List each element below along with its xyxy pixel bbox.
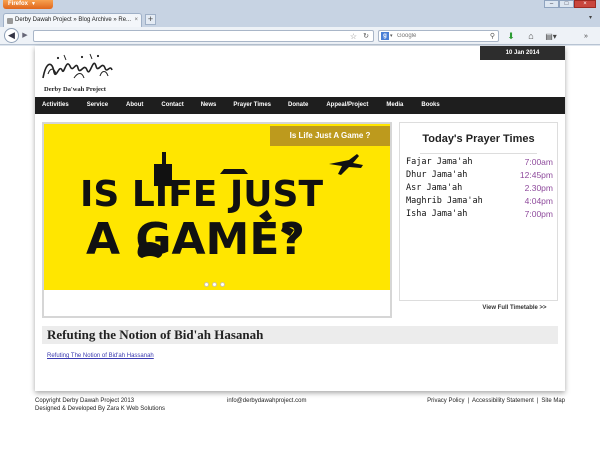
download-arrow-icon[interactable]: ⬇ [505, 31, 517, 42]
logo-text: Derby Da'wah Project [44, 86, 106, 93]
prayer-row: Asr Jama'ah 2.30pm [406, 183, 553, 195]
separator: | [467, 398, 470, 404]
search-engine-dropdown-icon[interactable]: ▾ [390, 31, 393, 42]
prayer-name: Isha Jama'ah [406, 209, 468, 219]
bookmark-star-icon[interactable]: ☆ [350, 31, 357, 42]
dropdown-arrow-icon: ▼ [31, 1, 36, 7]
view-full-timetable-link[interactable]: View Full Timetable >> [472, 302, 557, 314]
credit-text: Designed & Developed By Zara K Web Solut… [35, 406, 165, 412]
navigation-toolbar: ◀ ▶ ☆ ↻ g ▾ ⚲ ⬇ ⌂ ▤▾ » [0, 27, 600, 45]
footer-email-link[interactable]: info@derbydawahproject.com [227, 398, 306, 404]
close-window-button[interactable]: × [574, 0, 596, 8]
prayer-row: Maghrib Jama'ah 4:04pm [406, 196, 553, 208]
footer-links: Privacy Policy | Accessibility Statement… [427, 398, 565, 404]
prayer-time: 12:45pm [519, 170, 553, 180]
site-map-link[interactable]: Site Map [541, 398, 565, 404]
slide-caption[interactable]: Is Life Just A Game ? [270, 126, 390, 146]
site-logo[interactable]: Derby Da'wah Project [40, 52, 115, 96]
prayer-row: Fajar Jama'ah 7:00am [406, 157, 553, 169]
nav-news[interactable]: News [201, 97, 217, 114]
divider [420, 153, 537, 154]
back-arrow-icon[interactable]: ◀ [4, 28, 19, 43]
window-titlebar: Firefox ▼ – □ × [0, 0, 600, 11]
accessibility-statement-link[interactable]: Accessibility Statement [472, 398, 534, 404]
menu-icon[interactable]: » [580, 31, 592, 42]
tab-bar: Derby Dawah Project » Blog Archive » Re.… [0, 11, 600, 27]
nav-about[interactable]: About [126, 97, 143, 114]
main-navigation: Activities Service About Contact News Pr… [35, 97, 565, 114]
prayer-time: 2.30pm [524, 183, 553, 193]
prayer-name: Maghrib Jama'ah [406, 196, 483, 206]
prayer-row: Isha Jama'ah 7:00pm [406, 209, 553, 221]
url-bar[interactable]: ☆ ↻ [33, 30, 374, 42]
featured-slider[interactable]: IS LIFE JUST A GAME? Is Life Just A Game… [42, 122, 392, 318]
nav-appeal-project[interactable]: Appeal/Project [326, 97, 368, 114]
window-controls: – □ × [544, 0, 596, 9]
nav-books[interactable]: Books [421, 97, 439, 114]
browser-tab[interactable]: Derby Dawah Project » Blog Archive » Re.… [3, 13, 142, 27]
search-input[interactable] [397, 31, 483, 41]
bookmarks-icon[interactable]: ▤▾ [545, 31, 557, 42]
nav-donate[interactable]: Donate [288, 97, 308, 114]
slide-artwork: IS LIFE JUST A GAME? [80, 152, 363, 265]
site-footer: Copyright Derby Dawah Project 2013 Desig… [35, 398, 565, 418]
slider-dot[interactable] [220, 282, 225, 287]
post-section: Refuting the Notion of Bid'ah Hasanah Re… [42, 326, 558, 370]
copyright-text: Copyright Derby Dawah Project 2013 [35, 398, 135, 404]
prayer-row: Dhur Jama'ah 12:45pm [406, 170, 553, 182]
prayer-time: 4:04pm [524, 196, 553, 206]
site-container: 10 Jan 2014 Derby Da'wah Project Activit… [35, 46, 565, 391]
nav-service[interactable]: Service [87, 97, 108, 114]
nav-activities[interactable]: Activities [42, 97, 69, 114]
date-display: 10 Jan 2014 [480, 46, 565, 60]
maximize-button[interactable]: □ [559, 0, 574, 8]
new-tab-button[interactable]: + [145, 14, 156, 25]
minimize-button[interactable]: – [544, 0, 559, 8]
plane-icon [329, 154, 363, 175]
slider-bottom-strip [44, 290, 390, 316]
firefox-menu-label: Firefox [8, 1, 29, 7]
list-all-tabs-icon[interactable]: ▾ [589, 14, 592, 21]
magnifier-icon[interactable]: ⚲ [490, 31, 495, 42]
prayer-name: Fajar Jama'ah [406, 157, 473, 167]
nav-prayer-times[interactable]: Prayer Times [233, 97, 271, 114]
prayer-name: Dhur Jama'ah [406, 170, 468, 180]
prayer-time: 7:00am [524, 157, 553, 167]
prayer-name: Asr Jama'ah [406, 183, 463, 193]
slider-dot[interactable] [204, 282, 209, 287]
close-tab-icon[interactable]: × [134, 14, 138, 27]
nav-media[interactable]: Media [386, 97, 403, 114]
bottle-icon [154, 152, 172, 186]
privacy-policy-link[interactable]: Privacy Policy [427, 398, 464, 404]
search-box[interactable]: g ▾ ⚲ [378, 30, 499, 42]
car-icon [220, 169, 248, 174]
tab-title: Derby Dawah Project » Blog Archive » Re.… [15, 17, 132, 23]
slide-art-line1: IS LIFE JUST [80, 174, 323, 215]
reload-icon[interactable]: ↻ [363, 31, 369, 42]
prayer-times-widget: Today's Prayer Times Fajar Jama'ah 7:00a… [399, 122, 558, 301]
page-viewport: 10 Jan 2014 Derby Da'wah Project Activit… [0, 46, 600, 458]
slider-dots [204, 282, 228, 287]
calligraphy-logo-icon [42, 53, 113, 79]
home-icon[interactable]: ⌂ [525, 31, 537, 42]
post-link[interactable]: Refuting The Notion of Bid'ah Hassanah [47, 353, 154, 359]
prayer-time: 7:00pm [524, 209, 553, 219]
slide-art-line2: A GAME? [86, 214, 305, 265]
forward-arrow-icon[interactable]: ▶ [20, 31, 30, 41]
separator: | [536, 398, 539, 404]
prayer-times-heading: Today's Prayer Times [422, 133, 535, 145]
nav-contact[interactable]: Contact [161, 97, 183, 114]
site-favicon-icon [7, 18, 13, 24]
google-icon[interactable]: g [381, 32, 389, 40]
firefox-menu-button[interactable]: Firefox ▼ [3, 0, 53, 9]
slider-dot[interactable] [212, 282, 217, 287]
post-title: Refuting the Notion of Bid'ah Hasanah [42, 326, 558, 344]
